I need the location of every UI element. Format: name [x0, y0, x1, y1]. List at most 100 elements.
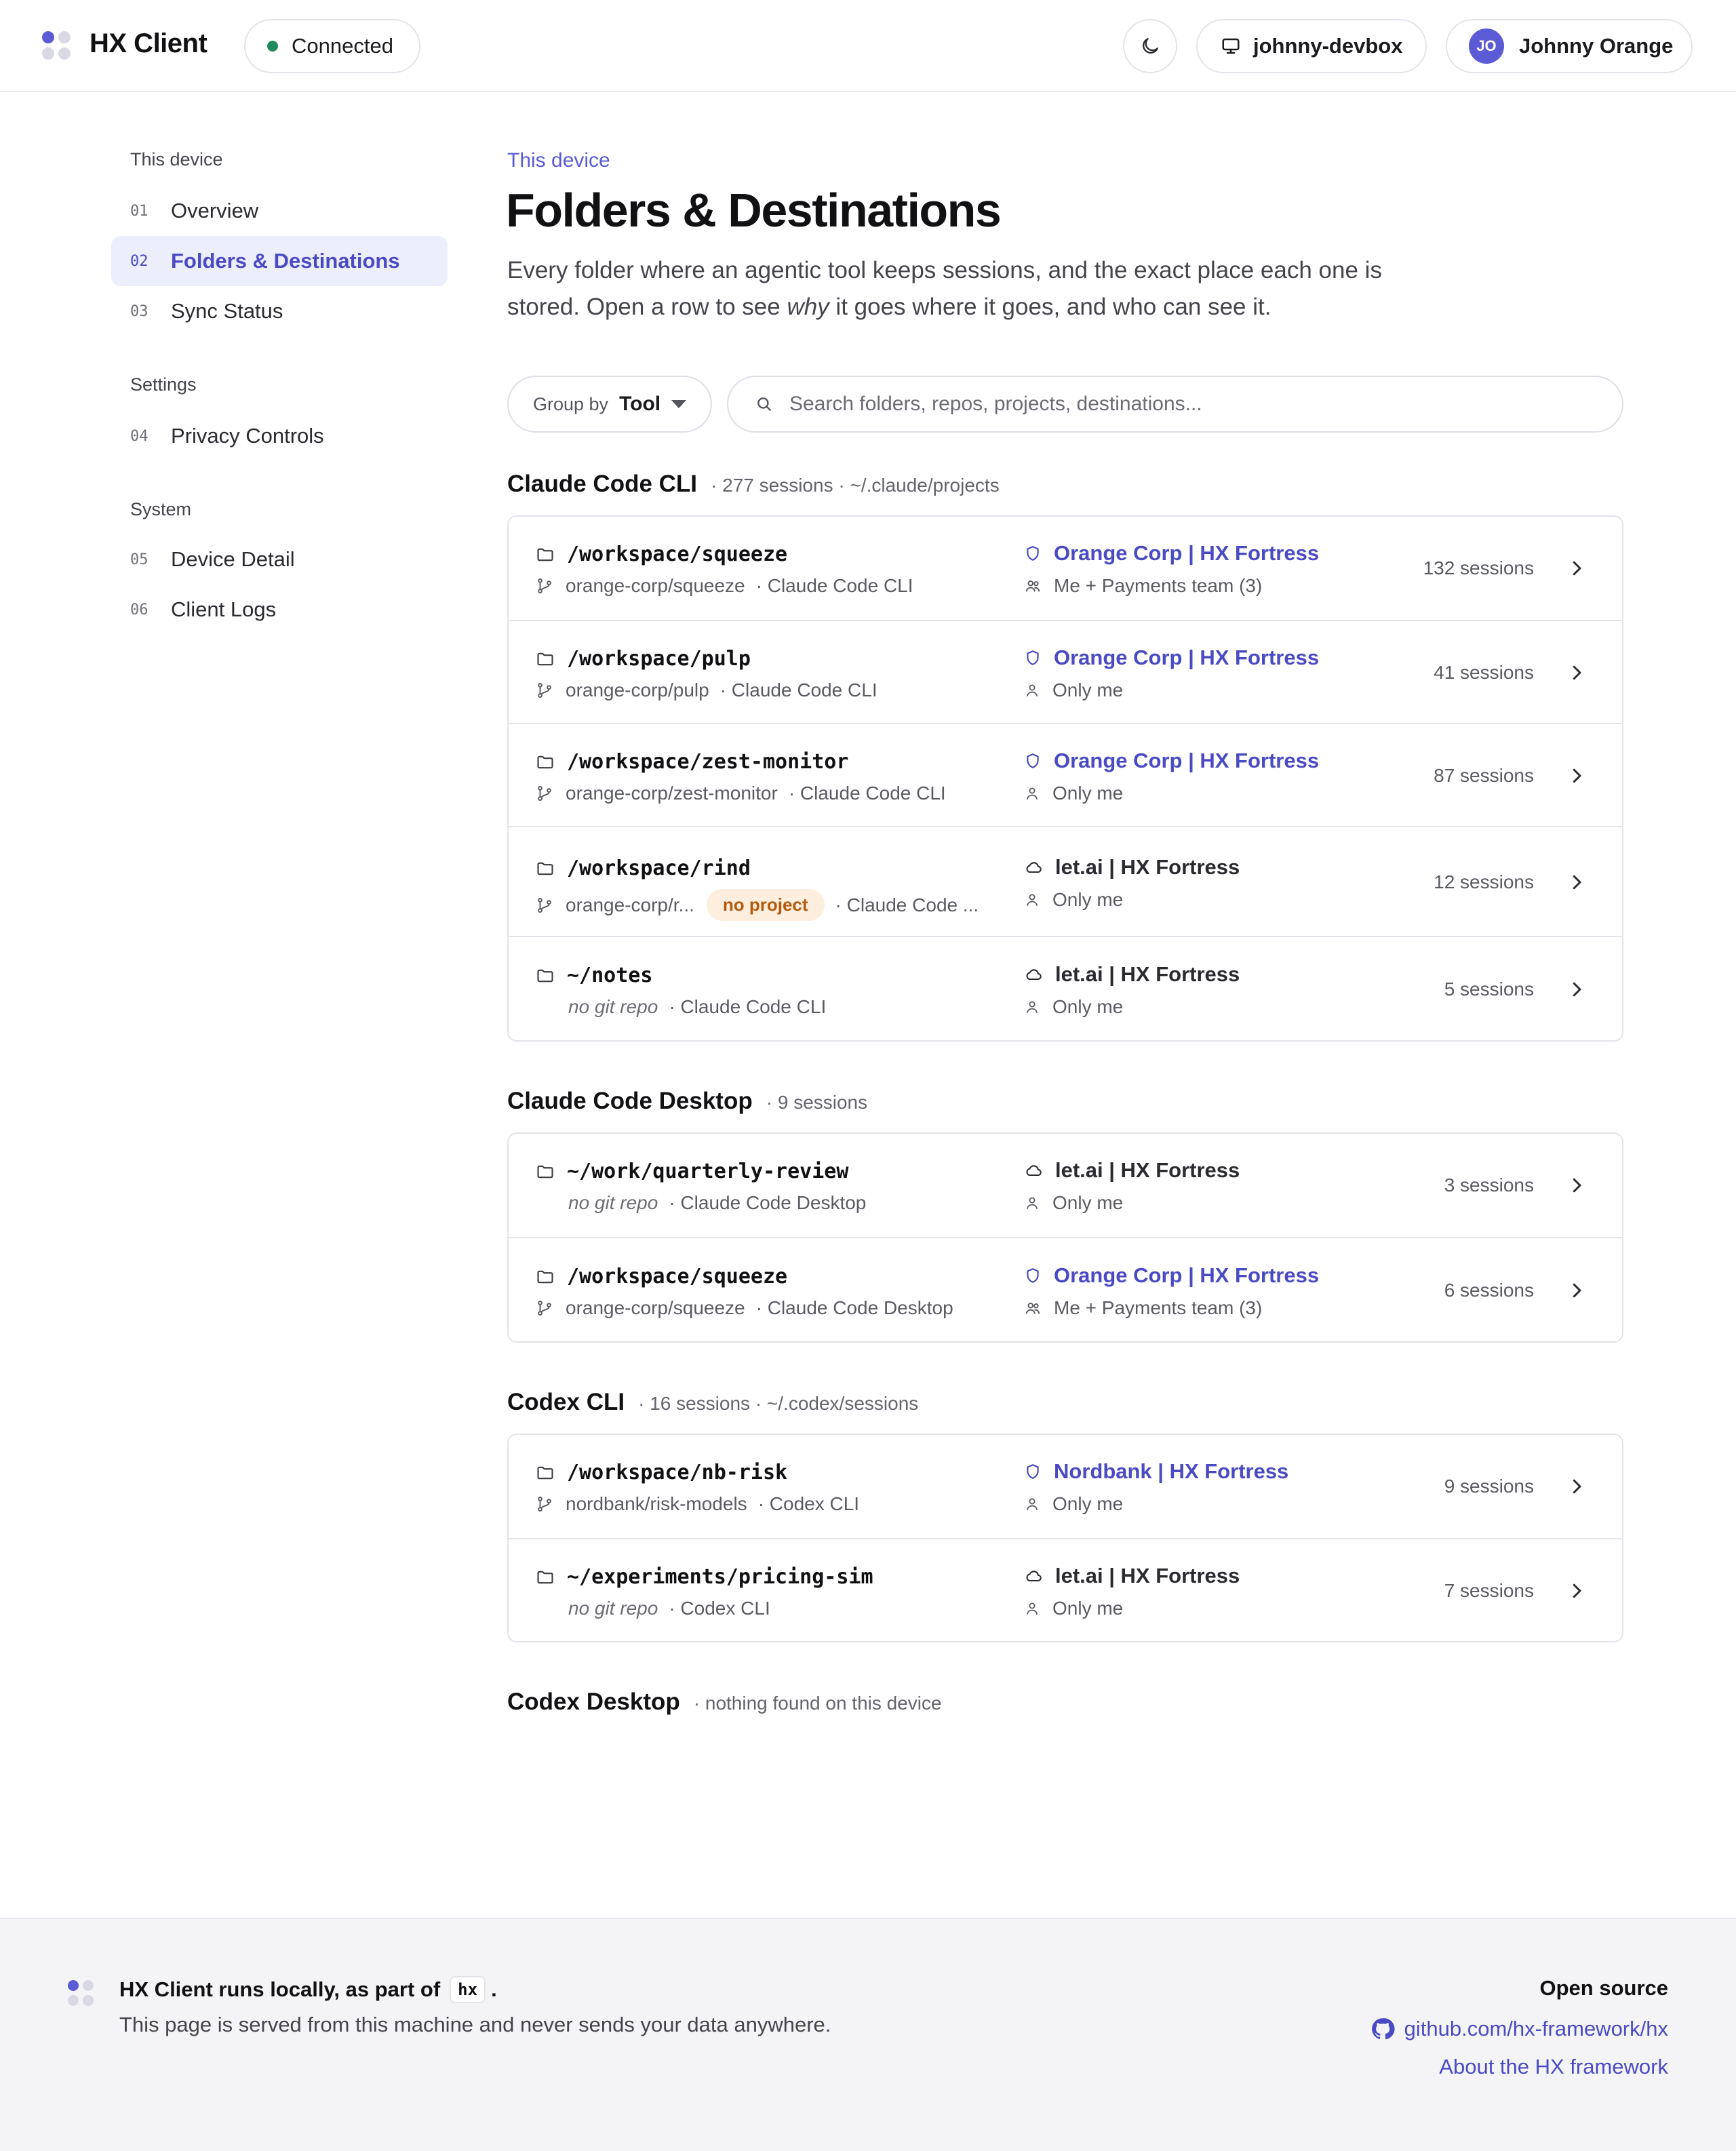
repo-name: orange-corp/squeeze — [566, 575, 745, 596]
folder-row[interactable]: ~/notes no git repo · Claude Code CLI let.a… — [509, 936, 1622, 1040]
connection-status-label: Connected — [292, 34, 393, 58]
sidebar-item-number: 03 — [130, 302, 149, 320]
folder-row[interactable]: /workspace/nb-risk nordbank/risk-models · … — [509, 1435, 1622, 1538]
search-input[interactable] — [789, 393, 1576, 416]
shield-icon — [1027, 650, 1039, 665]
search-bar[interactable] — [727, 376, 1623, 433]
visibility: Only me — [1024, 889, 1123, 911]
tool-name: · Claude Code Desktop — [669, 1192, 867, 1213]
destination: let.ai | HX Fortress — [1024, 962, 1240, 987]
shield-icon — [1027, 753, 1039, 768]
open-row-button[interactable] — [1566, 766, 1587, 789]
repo-name: orange-corp/squeeze — [566, 1297, 745, 1318]
sidebar-item-device-detail[interactable]: 05 Device Detail — [111, 534, 448, 585]
folder-path-text: /workspace/squeeze — [567, 542, 788, 566]
group-meta: · 9 sessions — [766, 1092, 868, 1113]
sidebar-item-sync-status[interactable]: 03 Sync Status — [111, 286, 448, 336]
open-row-button[interactable] — [1566, 1581, 1587, 1604]
shield-icon — [1027, 1464, 1039, 1479]
chevron-right-icon — [1573, 1283, 1581, 1298]
destination-name: Orange Corp | HX Fortress — [1054, 646, 1320, 669]
about-hx-link[interactable]: About the HX framework — [1439, 2055, 1668, 2079]
group-name: Codex Desktop — [507, 1689, 680, 1715]
session-count: 12 sessions — [1434, 871, 1534, 892]
folder-path: ~/notes — [536, 964, 652, 987]
search-icon — [757, 397, 771, 411]
sidebar-section-title: This device — [130, 149, 223, 170]
folder-icon — [537, 969, 553, 982]
group-header: Codex CLI · 16 sessions · ~/.codex/sessi… — [507, 1389, 918, 1416]
monitor-icon — [1222, 38, 1240, 54]
visibility-text: Me + Payments team (3) — [1054, 575, 1263, 596]
footer-title-end: . — [491, 1977, 497, 2001]
theme-toggle-button[interactable] — [1123, 19, 1177, 73]
group-header: Claude Code Desktop · 9 sessions — [507, 1088, 867, 1115]
page-title: Folders & Destinations — [506, 184, 1002, 237]
group-meta: · 277 sessions · ~/.claude/projects — [711, 475, 1000, 496]
user-menu[interactable]: JO Johnny Orange — [1446, 19, 1693, 73]
visibility: Only me — [1024, 679, 1123, 701]
open-row-button[interactable] — [1566, 663, 1587, 686]
group-by-dropdown[interactable]: Group by Tool — [507, 376, 712, 433]
sidebar-item-number: 02 — [130, 252, 149, 270]
visibility-text: Only me — [1052, 1598, 1124, 1619]
person-icon — [1027, 684, 1038, 696]
folder-path: ~/experiments/pricing-sim — [536, 1565, 873, 1589]
tool-name: · Claude Code Desktop — [755, 1297, 953, 1318]
repo-name: no git repo — [568, 996, 658, 1017]
folder-row[interactable]: /workspace/squeeze orange-corp/squeeze · C… — [509, 1237, 1622, 1341]
visibility-text: Only me — [1052, 1493, 1124, 1514]
folder-row[interactable]: ~/experiments/pricing-sim no git repo · Co… — [509, 1538, 1622, 1641]
description-text: it goes where it goes, and who can see i… — [829, 294, 1271, 320]
status-dot-icon — [267, 41, 278, 52]
destination: let.ai | HX Fortress — [1024, 855, 1240, 880]
visibility-text: Only me — [1052, 889, 1124, 910]
folder-row[interactable]: /workspace/zest-monitor orange-corp/zest-… — [509, 723, 1622, 826]
destination: Orange Corp | HX Fortress — [1024, 1263, 1319, 1288]
destination-name: Orange Corp | HX Fortress — [1054, 1263, 1320, 1287]
device-selector[interactable]: johnny-devbox — [1196, 19, 1427, 73]
tool-name: · Claude Code CLI — [669, 996, 827, 1017]
open-row-button[interactable] — [1566, 558, 1587, 582]
folder-meta: no git repo · Claude Code CLI — [536, 996, 826, 1018]
folder-path-text: ~/notes — [567, 964, 653, 987]
session-count: 7 sessions — [1444, 1580, 1534, 1601]
open-row-button[interactable] — [1566, 1280, 1587, 1304]
sidebar-item-privacy-controls[interactable]: 04 Privacy Controls — [111, 411, 448, 461]
folder-meta: orange-corp/squeeze · Claude Code Desktop — [536, 1297, 953, 1319]
footer-description: This page is served from this machine an… — [119, 2013, 831, 2036]
sidebar-item-label: Overview — [171, 199, 259, 222]
repo-name: no git repo — [568, 1598, 658, 1619]
tool-name: · Claude Code CLI — [788, 783, 946, 804]
open-row-button[interactable] — [1566, 1476, 1587, 1500]
github-link[interactable]: github.com/hx-framework/hx — [1370, 2017, 1668, 2041]
hx-logo-icon — [68, 1980, 95, 2007]
chevron-right-icon — [1573, 1479, 1581, 1494]
sidebar-item-label: Folders & Destinations — [171, 249, 400, 273]
folder-path-text: /workspace/zest-monitor — [567, 750, 849, 774]
sidebar-item-folders-destinations[interactable]: 02 Folders & Destinations — [111, 236, 448, 286]
chevron-right-icon — [1573, 665, 1581, 680]
sidebar-item-client-logs[interactable]: 06 Client Logs — [111, 585, 448, 635]
folder-row[interactable]: /workspace/squeeze orange-corp/squeeze · C… — [509, 517, 1622, 620]
github-icon — [1371, 2018, 1395, 2040]
sidebar-item-label: Client Logs — [171, 597, 277, 621]
folder-path-text: /workspace/rind — [567, 856, 751, 880]
folder-path-text: /workspace/pulp — [567, 647, 751, 671]
open-row-button[interactable] — [1566, 872, 1587, 896]
open-row-button[interactable] — [1566, 979, 1587, 1003]
session-count: 6 sessions — [1444, 1280, 1534, 1301]
group-meta: · 16 sessions · ~/.codex/sessions — [638, 1393, 919, 1414]
user-name: Johnny Orange — [1519, 34, 1674, 58]
sidebar-item-overview[interactable]: 01 Overview — [111, 186, 448, 236]
open-row-button[interactable] — [1566, 1175, 1587, 1199]
destination-name: let.ai | HX Fortress — [1055, 855, 1240, 879]
folder-row[interactable]: ~/work/quarterly-review no git repo · Clau… — [509, 1134, 1622, 1237]
sidebar-item-label: Sync Status — [171, 299, 283, 323]
footer-title: HX Client runs locally, as part of hx . — [119, 1976, 497, 2003]
folder-row[interactable]: /workspace/pulp orange-corp/pulp · Claude … — [509, 620, 1622, 723]
git-branch-icon — [538, 1301, 551, 1316]
page-description: Every folder where an agentic tool keeps… — [507, 252, 1416, 325]
folder-row[interactable]: /workspace/rind orange-corp/r... no projec… — [509, 826, 1622, 936]
destination-name: Orange Corp | HX Fortress — [1054, 541, 1320, 565]
